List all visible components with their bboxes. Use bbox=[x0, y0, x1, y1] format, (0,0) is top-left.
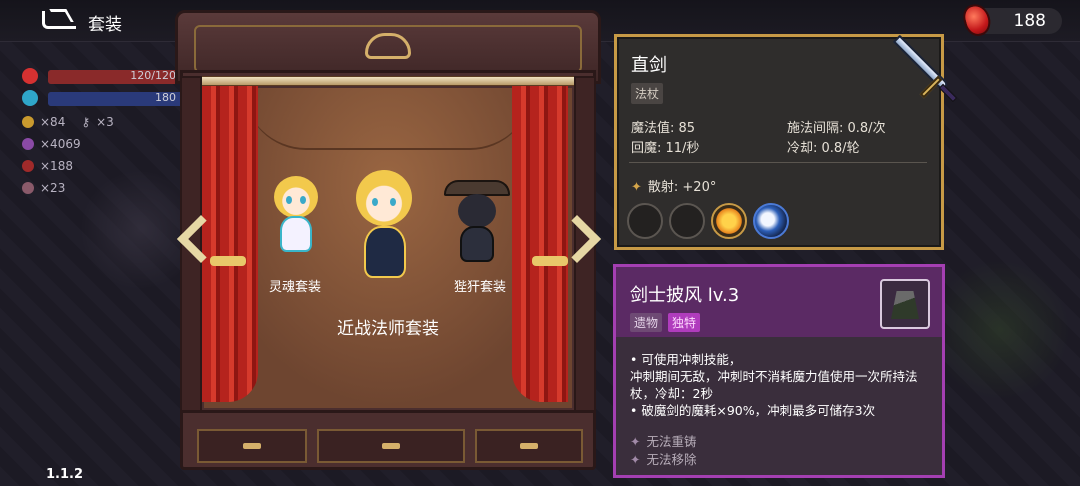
character-current[interactable] bbox=[350, 170, 420, 290]
cape-icon bbox=[880, 279, 930, 329]
heart-icon bbox=[22, 68, 38, 84]
hud-tickets: ×23 bbox=[22, 180, 190, 196]
player-hud: 120/120 180 ×84 ⚷ ×3 ×4069 ×188 ×23 bbox=[20, 68, 190, 196]
weapon-name: 直剑 bbox=[631, 55, 667, 76]
desc-line: 冲刺期间无敌，冲刺时不消耗魔力值使用一次所持法杖，冷却：2秒 bbox=[630, 369, 918, 401]
stat-mana-regen: 回魔: 11/秒 bbox=[631, 141, 700, 156]
curtain-tie-left bbox=[210, 256, 246, 266]
stat-cast-interval: 施法间隔: 0.8/次 bbox=[787, 121, 886, 136]
currency-value: 188 bbox=[1013, 11, 1046, 31]
red-gems-value: ×188 bbox=[40, 159, 73, 173]
coin-icon bbox=[22, 116, 34, 128]
desc-line: • 可使用冲刺技能， bbox=[630, 352, 742, 367]
stat-spread: ✦ 散射: +20° bbox=[631, 180, 717, 195]
back-button[interactable] bbox=[40, 9, 80, 33]
purple-gem-icon bbox=[22, 138, 34, 150]
mana-icon bbox=[22, 90, 38, 106]
rune-slot-empty[interactable] bbox=[627, 203, 663, 239]
relic-tag: 遗物 bbox=[630, 313, 663, 332]
unique-tag: 独特 bbox=[668, 313, 701, 332]
drawer bbox=[197, 429, 307, 463]
version-label: 1.1.2 bbox=[46, 467, 84, 482]
moon-rune-icon[interactable] bbox=[753, 203, 789, 239]
prev-set-button[interactable] bbox=[172, 212, 226, 282]
wardrobe-drawers bbox=[180, 410, 596, 470]
relic-note: ✦ 无法移除 bbox=[630, 452, 697, 467]
curtain-tie-right bbox=[532, 256, 568, 266]
relic-name: 剑士披风 lv.3 bbox=[630, 285, 740, 306]
character-label: 灵魂套装 bbox=[268, 280, 321, 295]
red-gem-small-icon bbox=[22, 160, 34, 172]
hud-coins: ×84 ⚷ ×3 bbox=[22, 114, 190, 130]
desc-line: • 破魔剑的魔耗×90%，冲刺最多可储存3次 bbox=[630, 403, 876, 418]
curtain-rod bbox=[194, 76, 582, 86]
stat-cooldown: 冷却: 0.8/轮 bbox=[787, 141, 860, 156]
drawer bbox=[317, 429, 465, 463]
tickets-value: ×23 bbox=[40, 181, 66, 195]
character-bian-set[interactable] bbox=[444, 180, 510, 270]
character-label: 狴犴套装 bbox=[453, 280, 506, 295]
weapon-type-tag: 法杖 bbox=[631, 83, 664, 104]
back-arrow-icon bbox=[42, 11, 76, 29]
currency-counter: 188 bbox=[960, 1, 1062, 39]
relic-description: • 可使用冲刺技能， 冲刺期间无敌，冲刺时不消耗魔力值使用一次所持法杖，冷却：2… bbox=[630, 351, 930, 419]
keys-value: ×3 bbox=[96, 115, 114, 129]
rune-slot-empty[interactable] bbox=[669, 203, 705, 239]
flower-icon bbox=[22, 182, 34, 194]
divider bbox=[629, 162, 927, 163]
next-set-button[interactable] bbox=[552, 212, 604, 282]
gems-value: ×4069 bbox=[40, 137, 81, 151]
sun-rune-icon[interactable] bbox=[711, 203, 747, 239]
relic-note: ✦ 无法重铸 bbox=[630, 434, 697, 449]
mp-bar: 180 bbox=[22, 90, 190, 106]
relic-info-panel: 剑士披风 lv.3 遗物 独特 • 可使用冲刺技能， 冲刺期间无敌，冲刺时不消耗… bbox=[613, 264, 945, 478]
drawer bbox=[475, 429, 583, 463]
key-icon: ⚷ bbox=[81, 115, 91, 129]
character-soul-set[interactable] bbox=[266, 176, 326, 266]
hp-bar: 120/120 bbox=[22, 68, 190, 84]
page-title: 套装 bbox=[88, 15, 122, 35]
sword-icon bbox=[878, 22, 968, 112]
hud-gems: ×4069 bbox=[22, 136, 190, 152]
stat-mana: 魔法值: 85 bbox=[631, 121, 696, 136]
hud-red-gems: ×188 bbox=[22, 158, 190, 174]
coins-value: ×84 bbox=[40, 115, 66, 129]
current-set-name: 近战法师套装 bbox=[337, 319, 439, 339]
